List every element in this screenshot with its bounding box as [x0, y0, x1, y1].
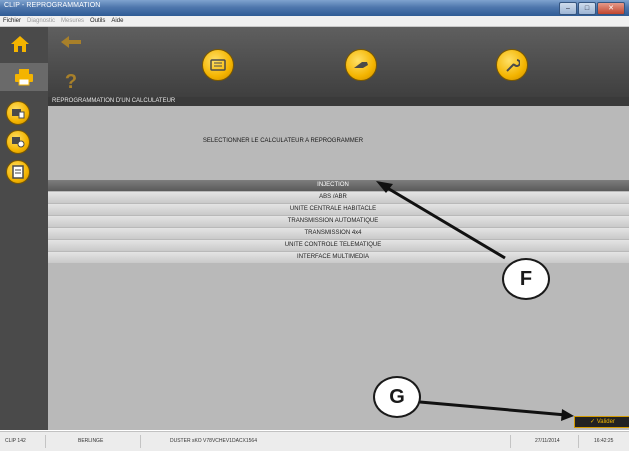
annotation-arrows	[376, 181, 574, 421]
callout-f: F	[502, 258, 550, 300]
arrow-g	[419, 400, 567, 417]
callout-g: G	[373, 376, 421, 418]
arrow-g-head	[561, 409, 574, 421]
arrow-f	[383, 184, 506, 260]
